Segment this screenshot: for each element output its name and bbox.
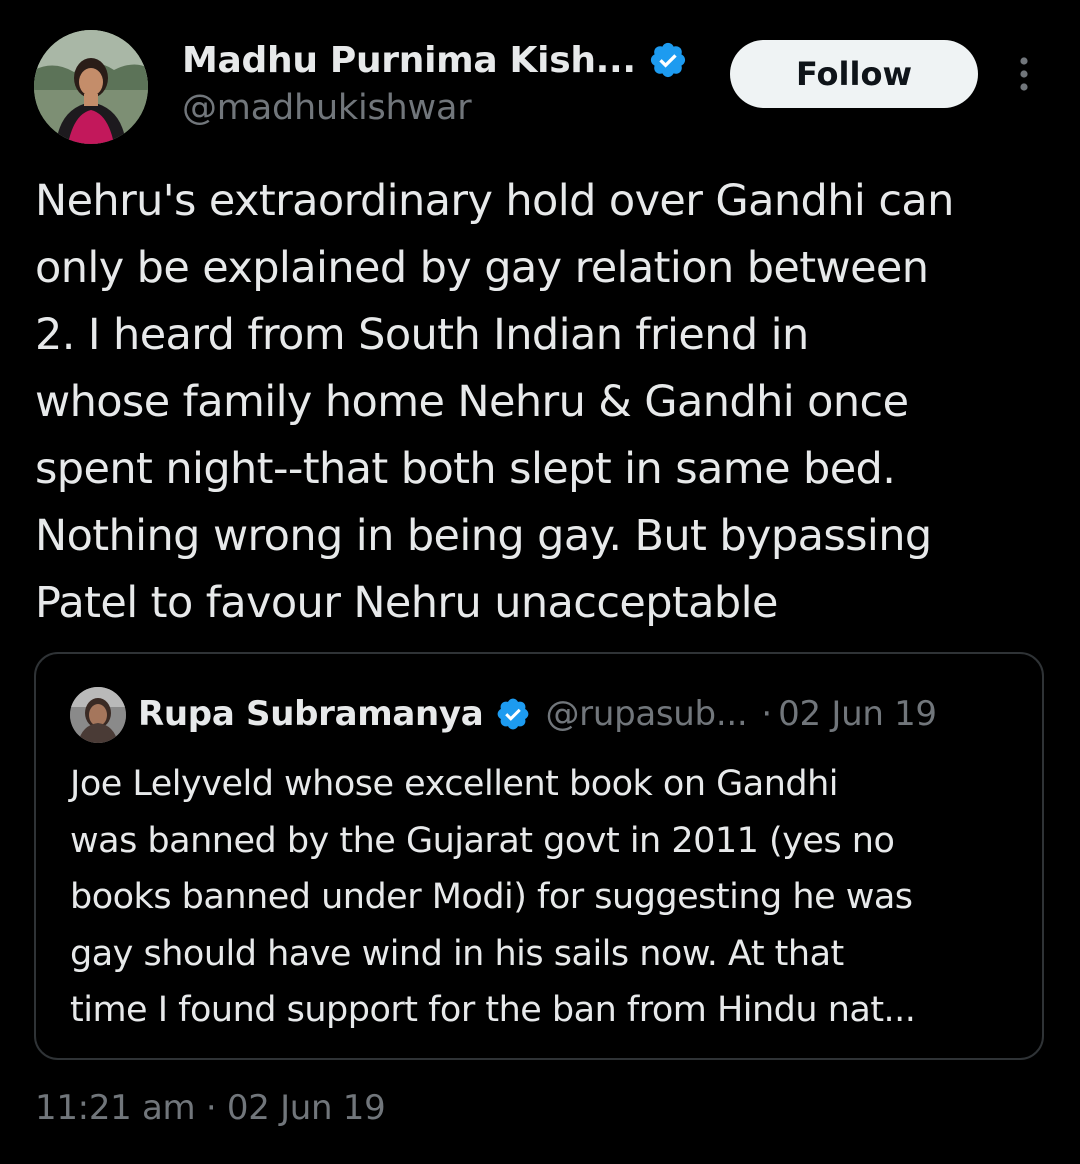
more-options-button[interactable]	[1004, 54, 1044, 94]
follow-button[interactable]: Follow	[730, 40, 978, 108]
quoted-tweet-text: Joe Lelyveld whose excellent book on Gan…	[70, 756, 1030, 1039]
tweet-text-line: spent night--that both slept in same bed…	[35, 444, 896, 494]
quoted-text-line: was banned by the Gujarat govt in 2011 (…	[70, 820, 895, 861]
verified-badge-icon	[648, 40, 688, 80]
verified-badge-icon	[495, 696, 531, 732]
quoted-author-avatar[interactable]	[70, 687, 126, 743]
tweet-text-line: 2. I heard from South Indian friend in	[35, 310, 809, 360]
timestamp-separator: ·	[205, 1088, 217, 1128]
quoted-author-avatar-image	[70, 687, 126, 743]
tweet-text-line: Patel to favour Nehru unacceptable	[35, 578, 778, 628]
quoted-tweet-date[interactable]: 02 Jun 19	[778, 694, 937, 734]
quoted-tweet[interactable]: Rupa Subramanya @rupasub... · 02 Jun 19 …	[34, 652, 1044, 1060]
quoted-tweet-header: Rupa Subramanya @rupasub... · 02 Jun 19	[138, 690, 937, 738]
quoted-text-line: gay should have wind in his sails now. A…	[70, 933, 844, 974]
tweet-card: Madhu Purnima Kish... @madhukishwar Foll…	[0, 0, 1080, 1164]
tweet-text-line: Nehru's extraordinary hold over Gandhi c…	[35, 176, 954, 226]
quoted-text-line: books banned under Modi) for suggesting …	[70, 877, 913, 917]
author-name[interactable]: Madhu Purnima Kish...	[182, 40, 636, 81]
author-avatar[interactable]	[34, 30, 148, 144]
author-name-row: Madhu Purnima Kish...	[182, 36, 688, 84]
author-handle[interactable]: @madhukishwar	[182, 88, 472, 128]
quoted-author-name[interactable]: Rupa Subramanya	[138, 694, 484, 734]
tweet-text-line: Nothing wrong in being gay. But bypassin…	[35, 511, 932, 561]
quoted-author-handle[interactable]: @rupasub...	[545, 694, 747, 734]
tweet-text: Nehru's extraordinary hold over Gandhi c…	[35, 168, 1055, 637]
quoted-text-line: time I found support for the ban from Hi…	[70, 990, 916, 1030]
tweet-text-line: whose family home Nehru & Gandhi once	[35, 377, 909, 427]
tweet-text-line: only be explained by gay relation betwee…	[35, 243, 929, 293]
quoted-separator: ·	[761, 694, 773, 734]
author-avatar-image	[34, 30, 148, 144]
tweet-time: 11:21 am	[35, 1088, 196, 1128]
tweet-timestamp[interactable]: 11:21 am · 02 Jun 19	[35, 1088, 386, 1128]
more-vertical-icon	[1020, 57, 1028, 91]
quoted-text-line: Joe Lelyveld whose excellent book on Gan…	[70, 764, 839, 804]
tweet-date: 02 Jun 19	[226, 1088, 386, 1128]
